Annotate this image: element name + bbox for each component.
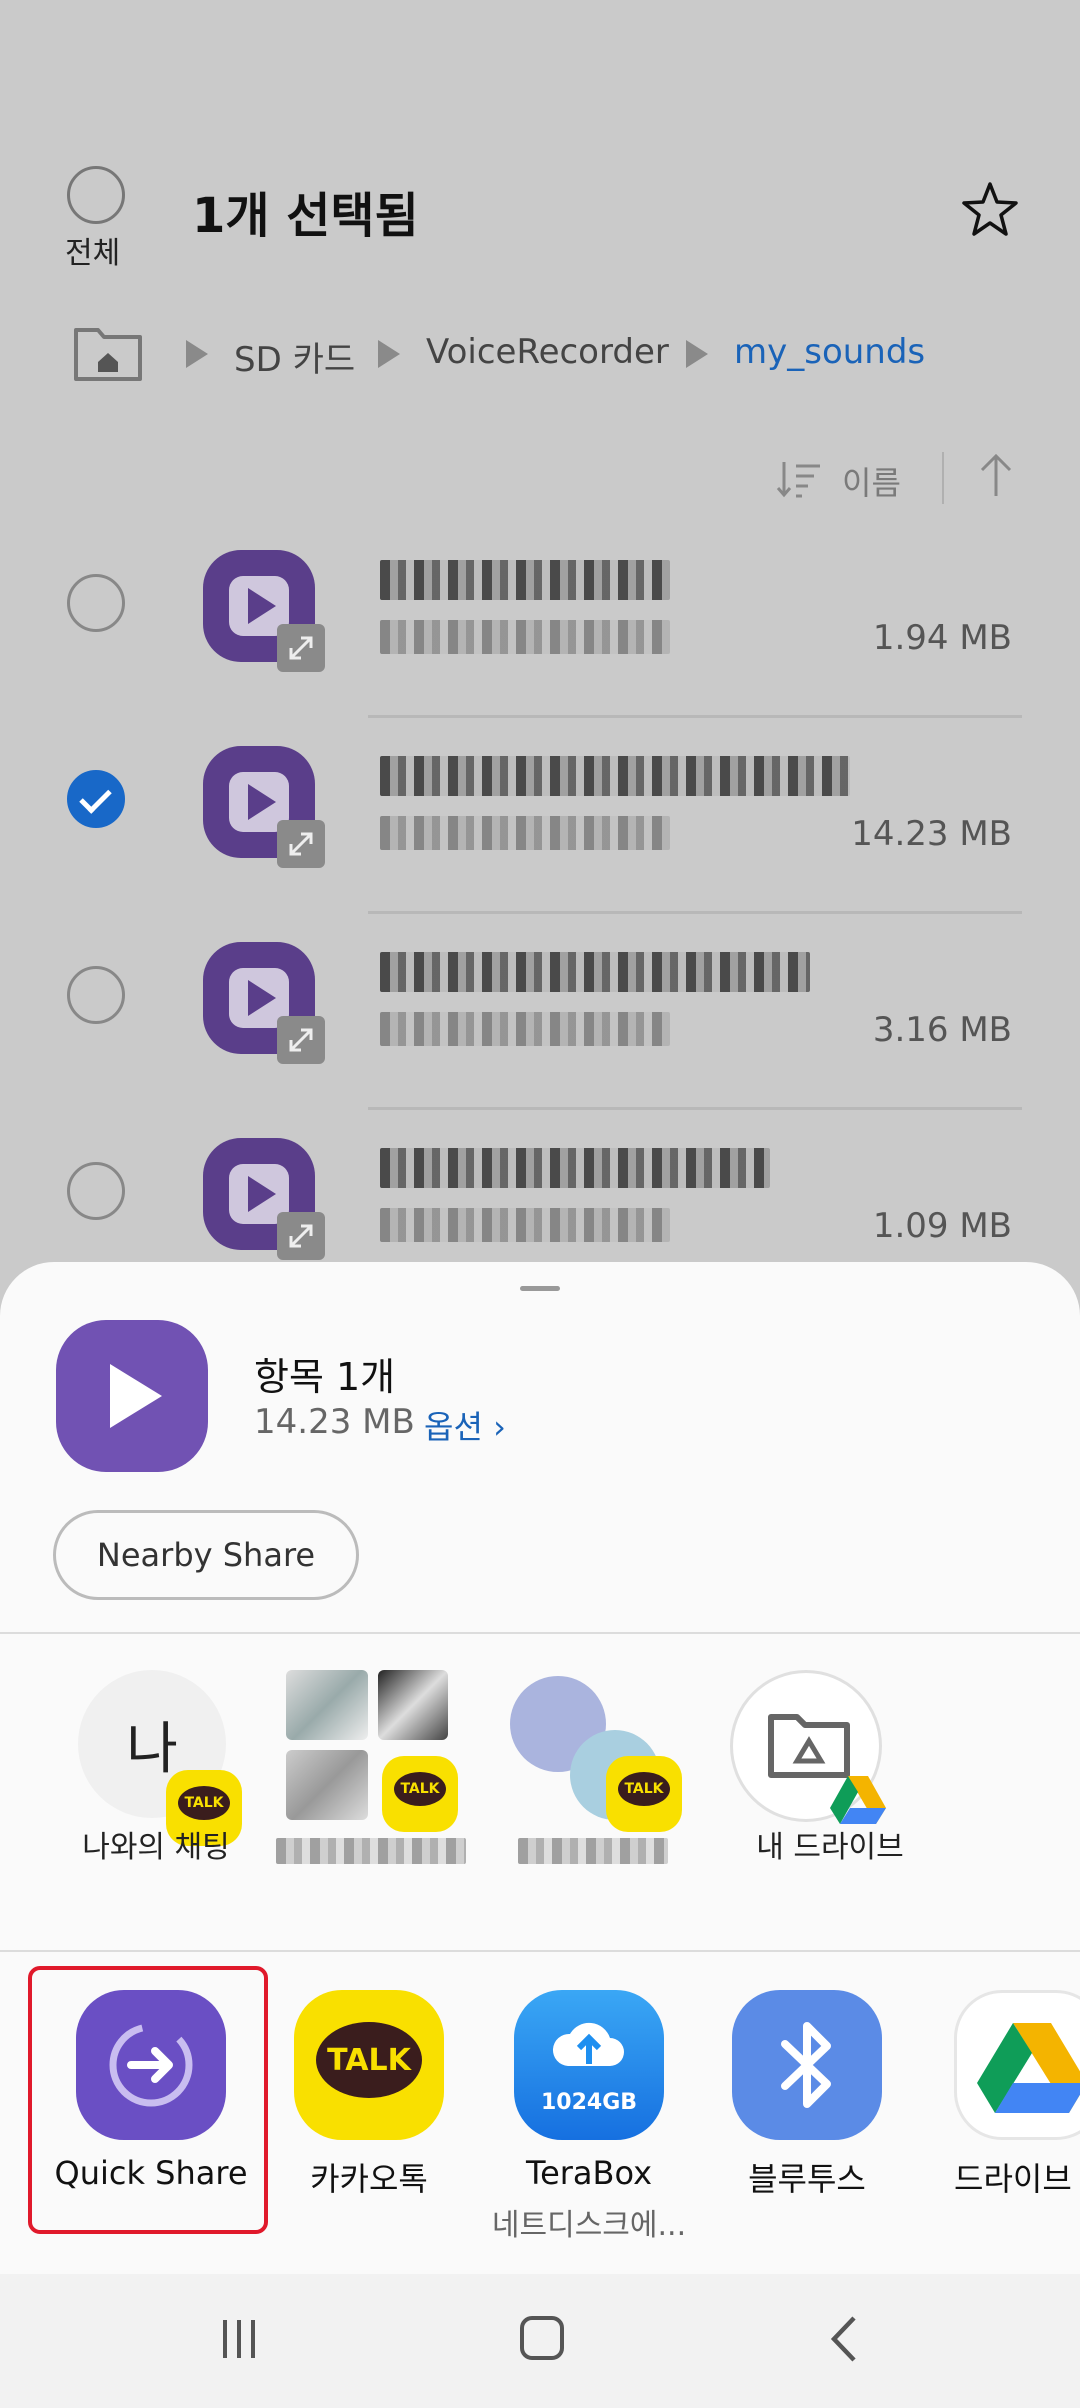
- options-link[interactable]: 옵션 ›: [424, 1402, 506, 1448]
- file-meta-redacted: [380, 1208, 670, 1242]
- arrow-up-icon[interactable]: [976, 452, 1016, 500]
- app-bluetooth[interactable]: 블루투스: [702, 1990, 912, 2250]
- kakaotalk-badge-icon: TALK: [382, 1756, 458, 1832]
- app-label: 드라이브: [954, 2160, 1072, 2198]
- page-title: 1개 선택됨: [192, 188, 419, 244]
- kakaotalk-badge-icon: TALK: [606, 1756, 682, 1832]
- app-terabox[interactable]: 1024GB TeraBox 네트디스크에...: [484, 1990, 694, 2250]
- sort-divider: [942, 452, 944, 504]
- breadcrumb-voicerecorder[interactable]: VoiceRecorder: [426, 332, 669, 372]
- back-icon[interactable]: [826, 2314, 866, 2364]
- select-all-checkbox[interactable]: [67, 166, 125, 224]
- file-size: 1.94 MB: [872, 618, 1012, 658]
- avatar: [286, 1670, 368, 1740]
- audio-file-icon: [56, 1320, 208, 1472]
- audio-file-icon: [203, 1138, 325, 1260]
- row-checkbox-checked[interactable]: [67, 770, 125, 828]
- row-checkbox[interactable]: [67, 966, 125, 1024]
- breadcrumb-sd-card[interactable]: SD 카드: [234, 332, 355, 381]
- audio-file-icon: [203, 550, 325, 672]
- file-size: 1.09 MB: [872, 1206, 1012, 1246]
- options-label: 옵션: [424, 1408, 483, 1446]
- item-size: 14.23 MB: [254, 1402, 415, 1442]
- file-name-redacted: [380, 560, 670, 600]
- avatar: [286, 1750, 368, 1820]
- app-label: TeraBox: [525, 2154, 653, 2192]
- file-meta-redacted: [380, 816, 670, 850]
- avatar: [378, 1670, 448, 1740]
- sheet-handle[interactable]: [520, 1286, 560, 1291]
- list-item[interactable]: 1.94 MB: [0, 522, 1080, 718]
- star-icon[interactable]: [960, 180, 1020, 240]
- navigation-bar: [0, 2274, 1080, 2408]
- app-kakaotalk[interactable]: TALK 카카오톡: [264, 1990, 474, 2250]
- google-drive-icon: [954, 1990, 1080, 2140]
- breadcrumb-separator-icon: [378, 340, 400, 368]
- recents-icon[interactable]: [219, 2318, 259, 2360]
- folder-drive-icon: [768, 1714, 850, 1778]
- divider: [0, 1632, 1080, 1634]
- list-item[interactable]: 3.16 MB: [0, 914, 1080, 1110]
- contact-label: 내 드라이브: [756, 1830, 904, 1865]
- file-name-redacted: [380, 1148, 770, 1188]
- file-manager-background: 전체 1개 선택됨 SD 카드 VoiceRecorder my_sounds …: [0, 0, 1080, 1280]
- app-label: 카카오톡: [310, 2160, 428, 2198]
- quick-share-highlight: [28, 1966, 268, 2234]
- breadcrumb-my-sounds[interactable]: my_sounds: [734, 332, 925, 372]
- audio-file-icon: [203, 942, 325, 1064]
- app-google-drive[interactable]: 드라이브: [924, 1990, 1080, 2250]
- nearby-share-button[interactable]: Nearby Share: [53, 1510, 359, 1600]
- home-button-icon[interactable]: [520, 2316, 564, 2360]
- contact-label: 나와의 채팅: [82, 1830, 230, 1865]
- row-checkbox[interactable]: [67, 574, 125, 632]
- audio-file-icon: [203, 746, 325, 868]
- terabox-icon: 1024GB: [514, 1990, 664, 2140]
- kakaotalk-icon: TALK: [294, 1990, 444, 2140]
- divider: [0, 1950, 1080, 1952]
- breadcrumb-separator-icon: [686, 340, 708, 368]
- sort-icon[interactable]: [776, 458, 822, 500]
- file-size: 3.16 MB: [872, 1010, 1012, 1050]
- row-checkbox[interactable]: [67, 1162, 125, 1220]
- breadcrumb-separator-icon: [186, 340, 208, 368]
- file-meta-redacted: [380, 620, 670, 654]
- app-sublabel: 네트디스크에...: [491, 2208, 687, 2243]
- file-size: 14.23 MB: [851, 814, 1012, 854]
- home-folder-icon[interactable]: [72, 322, 144, 384]
- file-meta-redacted: [380, 1012, 670, 1046]
- google-drive-icon: [830, 1776, 886, 1824]
- file-name-redacted: [380, 952, 810, 992]
- bluetooth-icon: [732, 1990, 882, 2140]
- list-item[interactable]: 14.23 MB: [0, 718, 1080, 914]
- file-name-redacted: [380, 756, 850, 796]
- select-all-label: 전체: [65, 236, 121, 271]
- contact-label-redacted: [276, 1838, 466, 1864]
- chevron-right-icon: ›: [493, 1408, 506, 1446]
- sort-label[interactable]: 이름: [842, 458, 901, 504]
- item-count-title: 항목 1개: [254, 1355, 396, 1399]
- contact-label-redacted: [518, 1838, 668, 1864]
- app-label: 블루투스: [748, 2160, 866, 2198]
